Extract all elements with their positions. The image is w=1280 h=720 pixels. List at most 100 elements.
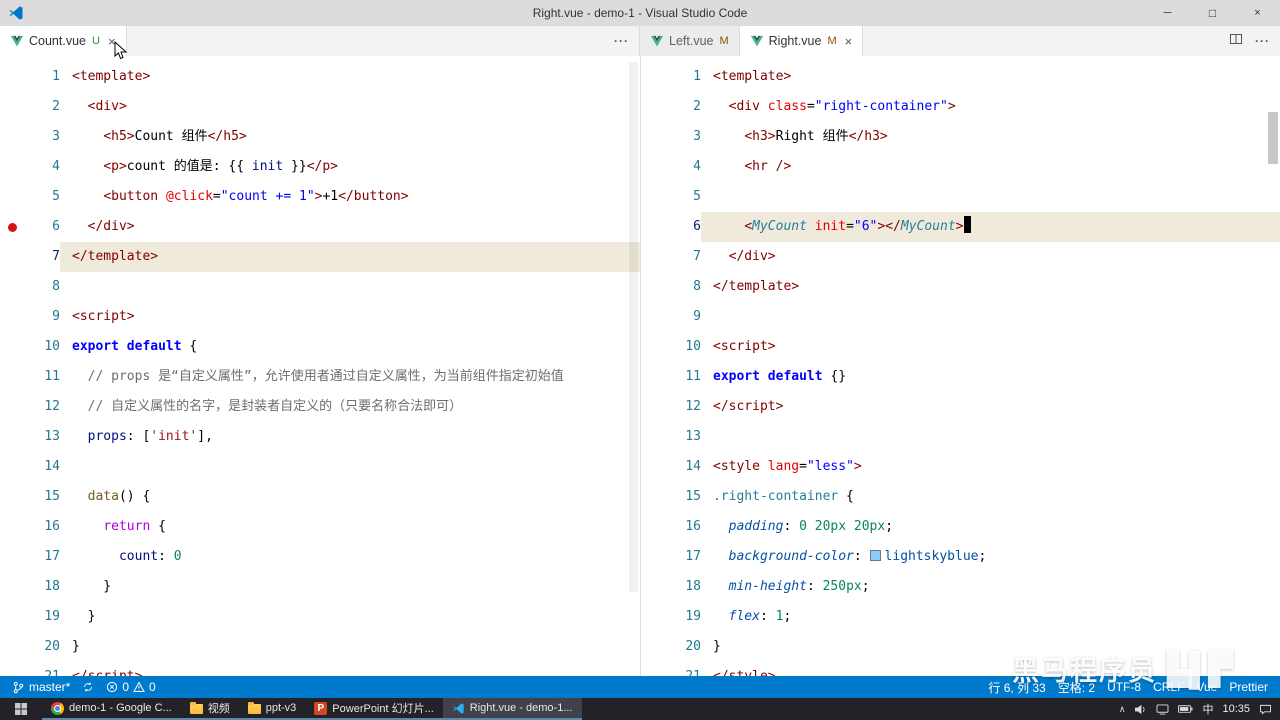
code-line[interactable]: 12 // 自定义属性的名字，是封装者自定义的（只要名称合法即可） [0, 392, 640, 422]
line-number[interactable]: 19 [665, 602, 701, 632]
line-number[interactable]: 2 [665, 92, 701, 122]
code-line[interactable]: 8 </template> [641, 272, 1280, 302]
taskbar-item[interactable]: PowerPoint 幻灯片... [305, 698, 443, 720]
line-number[interactable]: 8 [24, 272, 60, 302]
line-number[interactable]: 10 [24, 332, 60, 362]
gutter-glyph-margin[interactable] [641, 152, 665, 182]
code-line[interactable]: 7 </div> [641, 242, 1280, 272]
line-number[interactable]: 7 [24, 242, 60, 272]
gutter-glyph-margin[interactable] [641, 212, 665, 242]
gutter-glyph-margin[interactable] [641, 452, 665, 482]
code-line[interactable]: 17 count: 0 [0, 542, 640, 572]
line-number[interactable]: 21 [665, 662, 701, 676]
gutter-glyph-margin[interactable] [641, 62, 665, 92]
right-editor-scrollbar[interactable] [1268, 112, 1278, 164]
gutter-glyph-margin[interactable] [641, 632, 665, 662]
line-number[interactable]: 14 [665, 452, 701, 482]
problems-indicator[interactable]: 0 0 [100, 676, 161, 698]
code-line[interactable]: 3 <h3>Right 组件</h3> [641, 122, 1280, 152]
code-line[interactable]: 3 <h5>Count 组件</h5> [0, 122, 640, 152]
line-number[interactable]: 1 [665, 62, 701, 92]
code-line[interactable]: 5 [641, 182, 1280, 212]
close-tab-icon[interactable]: × [108, 34, 116, 49]
code-line[interactable]: 18 } [0, 572, 640, 602]
code-line[interactable]: 2 <div class="right-container"> [641, 92, 1280, 122]
gutter-glyph-margin[interactable] [0, 362, 24, 392]
gutter-glyph-margin[interactable] [641, 182, 665, 212]
tab-count-vue[interactable]: Count.vue U × [0, 26, 127, 56]
tab-left-vue[interactable]: Left.vue M [640, 26, 740, 56]
code-line[interactable]: 4 <p>count 的值是: {{ init }}</p> [0, 152, 640, 182]
gutter-glyph-margin[interactable] [0, 392, 24, 422]
taskbar-item[interactable]: Right.vue - demo-1... [442, 698, 582, 720]
line-number[interactable]: 7 [665, 242, 701, 272]
gutter-glyph-margin[interactable] [0, 332, 24, 362]
code-line[interactable]: 11 export default {} [641, 362, 1280, 392]
code-line[interactable]: 21</style> [641, 662, 1280, 676]
gutter-glyph-margin[interactable] [0, 302, 24, 332]
line-number[interactable]: 6 [665, 212, 701, 242]
color-swatch[interactable] [869, 550, 881, 561]
gutter-glyph-margin[interactable] [0, 512, 24, 542]
code-line[interactable]: 5 <button @click="count += 1">+1</button… [0, 182, 640, 212]
gutter-glyph-margin[interactable] [0, 662, 24, 676]
line-number[interactable]: 20 [665, 632, 701, 662]
gutter-glyph-margin[interactable] [641, 482, 665, 512]
line-number[interactable]: 3 [665, 122, 701, 152]
formatter-indicator[interactable]: Prettier [1223, 676, 1274, 698]
code-line[interactable]: 9 <script> [0, 302, 640, 332]
line-number[interactable]: 2 [24, 92, 60, 122]
tab-right-vue[interactable]: Right.vue M × [739, 26, 864, 56]
gutter-glyph-margin[interactable] [641, 362, 665, 392]
line-number[interactable]: 9 [665, 302, 701, 332]
line-number[interactable]: 13 [665, 422, 701, 452]
line-number[interactable]: 15 [24, 482, 60, 512]
line-number[interactable]: 6 [24, 212, 60, 242]
line-number[interactable]: 16 [24, 512, 60, 542]
gutter-glyph-margin[interactable] [0, 242, 24, 272]
gutter-glyph-margin[interactable] [641, 662, 665, 676]
gutter-glyph-margin[interactable] [641, 92, 665, 122]
clock[interactable]: 10:35 [1222, 703, 1250, 715]
gutter-glyph-margin[interactable] [0, 602, 24, 632]
editor-count-vue[interactable]: 1 <template> 2 <div> 3 <h5>Count 组件</h5> 4 <… [0, 56, 640, 676]
left-editor-scrollbar[interactable] [629, 62, 638, 592]
gutter-glyph-margin[interactable] [641, 272, 665, 302]
line-number[interactable]: 3 [24, 122, 60, 152]
tray-expand-icon[interactable]: ∧ [1119, 704, 1126, 715]
line-number[interactable]: 5 [24, 182, 60, 212]
line-number[interactable]: 1 [24, 62, 60, 92]
line-number[interactable]: 14 [24, 452, 60, 482]
maximize-button[interactable]: □ [1190, 0, 1235, 26]
title-bar[interactable]: Right.vue - demo-1 - Visual Studio Code … [0, 0, 1280, 26]
more-actions-icon[interactable]: ··· [1255, 34, 1270, 48]
gutter-glyph-margin[interactable] [641, 122, 665, 152]
code-line[interactable]: 17 background-color: lightskyblue; [641, 542, 1280, 572]
code-line[interactable]: 14 <style lang="less"> [641, 452, 1280, 482]
code-line[interactable]: 19 } [0, 602, 640, 632]
code-line[interactable]: 16 return { [0, 512, 640, 542]
eol-setting[interactable]: CRLF [1147, 676, 1190, 698]
gutter-glyph-margin[interactable] [0, 542, 24, 572]
gutter-glyph-margin[interactable] [0, 62, 24, 92]
line-number[interactable]: 4 [665, 152, 701, 182]
close-tab-icon[interactable]: × [845, 34, 853, 49]
line-number[interactable]: 10 [665, 332, 701, 362]
minimize-button[interactable]: ─ [1145, 0, 1190, 26]
action-center-icon[interactable] [1259, 704, 1272, 715]
gutter-glyph-margin[interactable] [0, 92, 24, 122]
gutter-glyph-margin[interactable] [0, 272, 24, 302]
ime-indicator[interactable]: 中 [1202, 701, 1213, 717]
gutter-glyph-margin[interactable] [0, 422, 24, 452]
taskbar-item[interactable]: 视频 [180, 698, 239, 720]
code-line[interactable]: 13 props: ['init'], [0, 422, 640, 452]
code-line[interactable]: 21</script> [0, 662, 640, 676]
line-number[interactable]: 13 [24, 422, 60, 452]
git-branch-indicator[interactable]: master* [6, 676, 76, 698]
code-line[interactable]: 8 [0, 272, 640, 302]
taskbar-item[interactable]: demo-1 - Google C... [42, 698, 181, 720]
code-line[interactable]: 14 [0, 452, 640, 482]
line-number[interactable]: 19 [24, 602, 60, 632]
language-mode[interactable]: Vue [1190, 676, 1223, 698]
code-line[interactable]: 16 padding: 0 20px 20px; [641, 512, 1280, 542]
